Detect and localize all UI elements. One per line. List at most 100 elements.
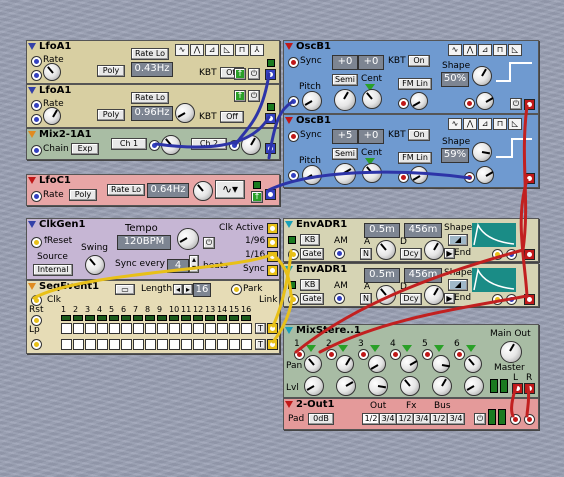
channel-input-jack[interactable] [454,349,465,360]
pan-knob[interactable] [400,355,418,373]
length-decrement[interactable]: ◂ [173,284,183,295]
rate-lo-button[interactable]: Rate Lo [131,92,169,104]
chain-input-jack[interactable] [31,145,42,156]
rate-lo-button[interactable]: Rate Lo [131,48,169,60]
fx-34-button[interactable]: 3/4 [413,413,431,425]
kbt-on-button[interactable]: On [408,129,430,141]
sync-output-jack[interactable] [267,265,278,276]
step-toggle[interactable] [241,323,252,334]
attack-knob[interactable] [376,285,396,305]
active-output-jack[interactable] [267,223,278,234]
shape-mod-jack[interactable] [464,172,475,183]
channel-input-jack[interactable] [390,349,401,360]
collapse-icon[interactable] [28,131,36,138]
level-knob[interactable] [432,376,452,396]
fm-lin-button[interactable]: FM Lin [398,78,432,90]
bus-34-button[interactable]: 3/4 [447,413,465,425]
lfo-output-jack[interactable] [265,113,276,124]
source-button[interactable]: Internal [33,264,73,276]
out-r-jack[interactable] [524,383,535,394]
waveform-selector[interactable]: ∿▾ [215,180,245,199]
out-34-button[interactable]: 3/4 [379,413,397,425]
step-toggle[interactable] [217,323,228,334]
step-toggle[interactable] [229,339,240,350]
sync-every-stepper[interactable]: ▴ ▾ [189,255,199,273]
kbt-button[interactable]: Off [220,111,244,123]
am-input-jack[interactable] [334,248,345,259]
triangle-wave-icon[interactable]: ⋀ [190,44,204,56]
channel-input-jack[interactable] [358,349,369,360]
park-input-jack[interactable] [231,284,242,295]
level-knob[interactable] [400,376,420,396]
env-mod-jack[interactable] [506,249,517,260]
pan-knob[interactable] [464,355,482,373]
end-output-jack[interactable] [492,249,503,260]
end-output-jack[interactable] [492,294,503,305]
step-toggle[interactable] [205,323,216,334]
step-toggle[interactable] [73,323,84,334]
pitch-mod-knob[interactable] [302,165,322,185]
poly-button[interactable]: Poly [69,189,97,201]
trig-mode-button-1[interactable]: T [255,323,266,334]
collapse-icon[interactable] [28,87,36,94]
collapse-icon[interactable] [285,266,293,273]
step-toggle[interactable] [169,323,180,334]
saw-wave-icon[interactable]: ⊿ [478,44,492,56]
ch2-button[interactable]: Ch 2 [191,138,227,150]
triangle-wave-icon[interactable]: ⋀ [463,118,477,130]
poly-button[interactable]: Poly [97,65,125,77]
saw-wave-icon[interactable]: ⊿ [478,118,492,130]
semi-button[interactable]: Semi [332,74,358,86]
out-12-button[interactable]: 1/2 [362,413,380,425]
shape-selector[interactable]: ◢ [448,234,468,246]
step-toggle[interactable] [85,339,96,350]
step-toggle[interactable] [217,339,228,350]
osc-output-jack[interactable] [524,99,535,110]
rate-mod-jack[interactable] [31,114,42,125]
step-toggle[interactable] [205,339,216,350]
step-toggle[interactable] [169,339,180,350]
poly-button[interactable]: Poly [97,109,125,121]
tempo-knob[interactable] [177,228,199,250]
level-knob[interactable] [368,376,388,396]
retrigger-button[interactable]: ▶ [444,248,455,259]
step-toggle[interactable] [157,339,168,350]
step-toggle[interactable] [61,339,72,350]
triangle-wave-icon[interactable]: ⋀ [463,44,477,56]
semi-button[interactable]: Semi [332,148,358,160]
square-wave-icon[interactable]: ⊓ [493,118,507,130]
dcy-button[interactable]: Dcy [400,293,422,305]
retrigger-button[interactable]: ▶ [444,293,455,304]
phase-button[interactable]: ↑ [251,191,263,203]
step-toggle[interactable] [145,323,156,334]
random-wave-icon[interactable]: ⅄ [250,44,264,56]
step-toggle[interactable] [109,323,120,334]
collapse-icon[interactable] [285,117,293,124]
clk16-output-jack[interactable] [267,251,278,262]
semi-knob[interactable] [334,163,356,185]
shape-knob[interactable] [472,142,492,162]
am-input-jack[interactable] [334,293,345,304]
rate-input-jack[interactable] [31,100,42,111]
level-knob[interactable] [304,376,324,396]
ch2-input-jack[interactable] [229,140,240,151]
sine-wave-icon[interactable]: ∿ [448,44,462,56]
ch2-level-knob[interactable] [241,135,261,155]
pan-knob[interactable] [304,355,322,373]
semi-knob[interactable] [334,89,356,111]
shape-mod-knob[interactable] [476,92,494,110]
n-button[interactable]: N [360,248,372,260]
pulse-wave-icon[interactable]: ◺ [508,44,522,56]
reset-input-jack[interactable] [31,237,42,248]
step-toggle[interactable] [229,323,240,334]
shape-mod-knob[interactable] [476,166,494,184]
seq-output-jack-2[interactable] [267,339,278,350]
fm-input-jack[interactable] [398,172,409,183]
channel-input-jack[interactable] [326,349,337,360]
power-button[interactable]: ⏻ [248,90,260,102]
collapse-icon[interactable] [285,327,293,334]
swing-knob[interactable] [85,255,105,275]
decay-knob[interactable] [424,240,444,260]
pitch-mod-knob[interactable] [302,91,322,111]
collapse-icon[interactable] [28,177,36,184]
